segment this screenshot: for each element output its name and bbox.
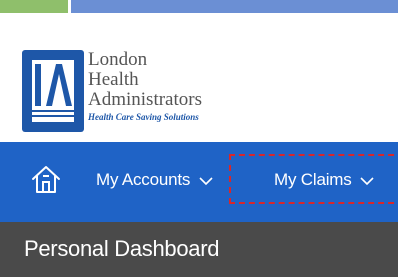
main-navigation: My Accounts My Claims: [0, 142, 398, 222]
nav-item-my-claims[interactable]: My Claims: [274, 170, 374, 190]
top-strip-divider: [68, 0, 71, 13]
logo-line-2: Health: [88, 69, 139, 90]
nav-item-label: My Accounts: [96, 170, 191, 189]
nav-item-my-accounts[interactable]: My Accounts: [96, 170, 213, 190]
page-subheader: Personal Dashboard: [0, 222, 398, 277]
site-logo[interactable]: London Health Administrators Health Care…: [22, 50, 222, 136]
nav-item-label: My Claims: [274, 170, 352, 189]
logo-mark-icon: [22, 50, 84, 132]
nav-home-button[interactable]: [28, 162, 64, 198]
logo-line-1: London: [88, 49, 148, 70]
page-title: Personal Dashboard: [24, 236, 220, 261]
logo-wordmark: London Health Administrators Health Care…: [88, 49, 202, 123]
top-strip-green: [0, 0, 68, 13]
logo-tagline: Health Care Saving Solutions: [88, 112, 199, 122]
top-browser-strip: [0, 0, 398, 14]
home-icon: [32, 166, 60, 193]
logo-line-3: Administrators: [88, 89, 202, 110]
chevron-down-icon: [360, 176, 374, 185]
top-strip-blue: [68, 0, 398, 13]
chevron-down-icon: [199, 176, 213, 185]
